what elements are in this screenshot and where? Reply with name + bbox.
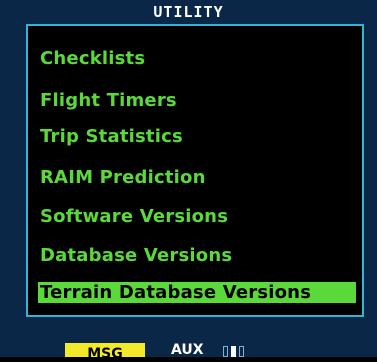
- menu-item-trip-statistics[interactable]: Trip Statistics: [40, 124, 183, 150]
- menu-item-software-versions[interactable]: Software Versions: [40, 204, 228, 230]
- menu-item-flight-timers[interactable]: Flight Timers: [40, 88, 177, 114]
- menu-item-raim-prediction[interactable]: RAIM Prediction: [40, 165, 206, 191]
- utility-menu: Checklists Flight Timers Trip Statistics…: [26, 24, 364, 317]
- title-bar: UTILITY: [0, 0, 377, 24]
- menu-item-database-versions[interactable]: Database Versions: [40, 243, 232, 269]
- msg-label: MSG: [87, 346, 123, 362]
- page-indicator-block: [239, 346, 244, 357]
- page-group-label: AUX: [171, 342, 204, 358]
- utility-page: UTILITY Checklists Flight Timers Trip St…: [0, 0, 377, 362]
- menu-item-terrain-database-versions[interactable]: Terrain Database Versions: [38, 282, 356, 303]
- msg-annunciator[interactable]: MSG: [65, 343, 145, 362]
- page-indicator-block-active: [231, 346, 236, 357]
- page-indicator-block: [223, 346, 228, 357]
- page-title: UTILITY: [153, 3, 224, 21]
- menu-item-checklists[interactable]: Checklists: [40, 46, 145, 72]
